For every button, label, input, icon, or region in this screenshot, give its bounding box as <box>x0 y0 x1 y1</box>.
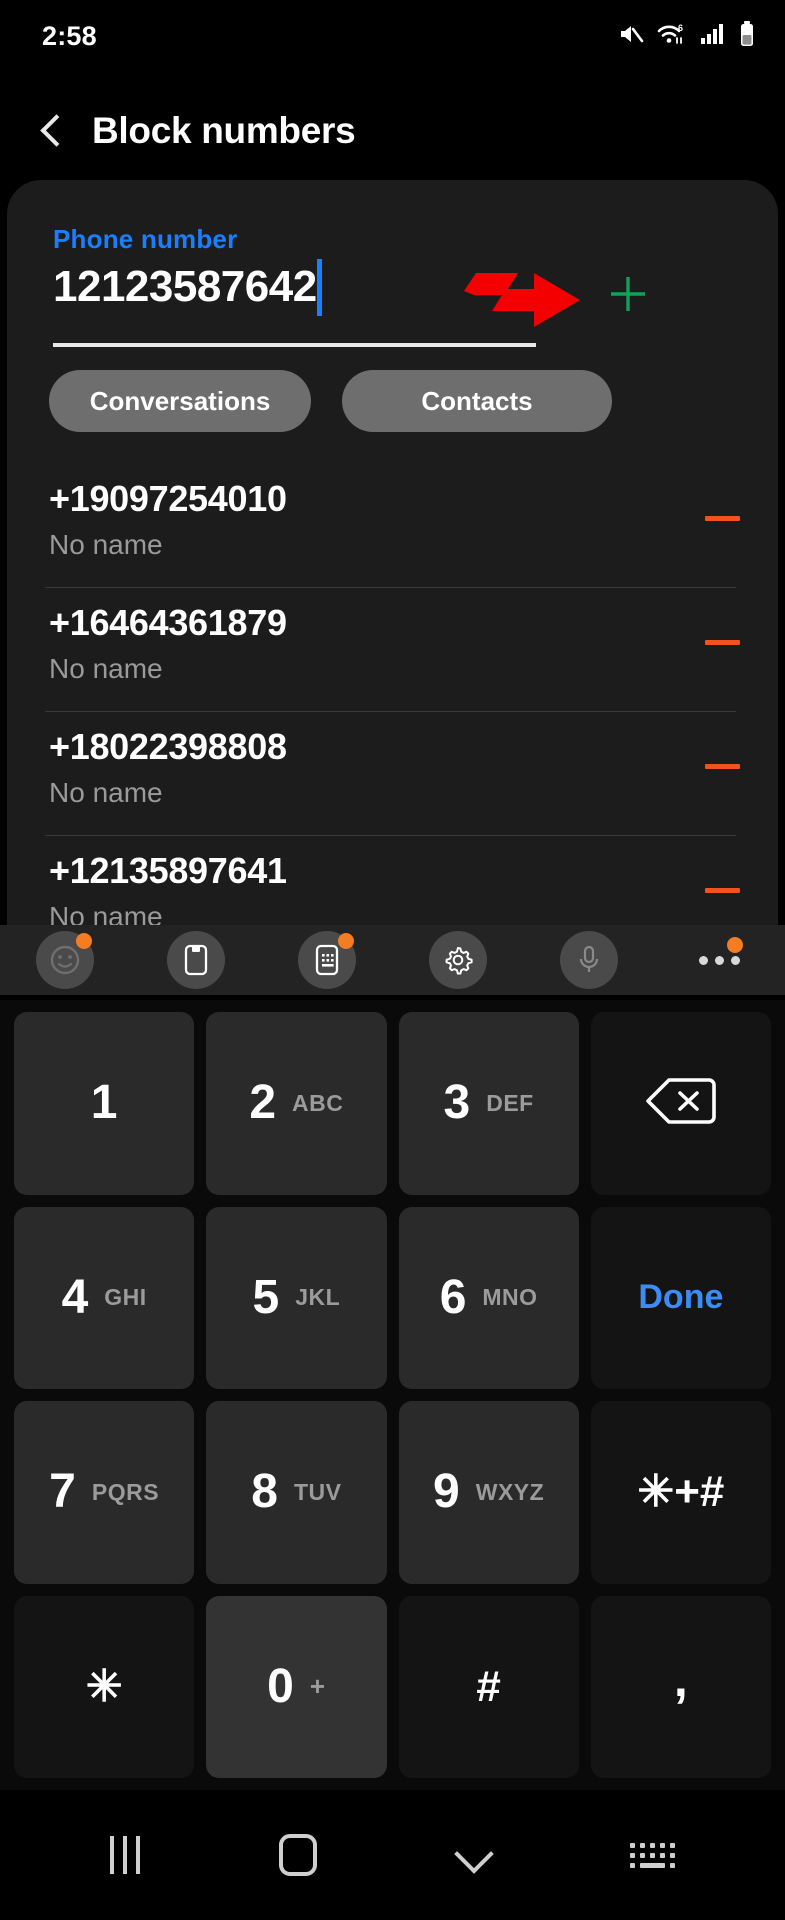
emoji-icon[interactable] <box>36 931 94 989</box>
blocked-number: +18022398808 <box>49 712 778 768</box>
numeric-keypad: 1 2 ABC 3 DEF 4 GHI 5 JKL 6 <box>0 1000 785 1790</box>
add-number-button[interactable] <box>606 272 650 316</box>
remove-block-button[interactable] <box>705 764 740 769</box>
recents-icon[interactable] <box>110 1836 140 1874</box>
blocked-name: No name <box>49 892 778 925</box>
status-time: 2:58 <box>42 21 97 52</box>
blocked-name: No name <box>49 520 778 561</box>
phone-screen: 2:58 6 <box>0 0 785 1920</box>
key-6[interactable]: 6 MNO <box>399 1207 579 1390</box>
remove-block-button[interactable] <box>705 640 740 645</box>
page-title: Block numbers <box>92 110 355 152</box>
notification-badge <box>338 933 354 949</box>
status-icons: 6 <box>618 21 755 52</box>
key-3[interactable]: 3 DEF <box>399 1012 579 1195</box>
gear-icon[interactable] <box>429 931 487 989</box>
keyboard-layout-icon[interactable] <box>298 931 356 989</box>
svg-text:6: 6 <box>678 23 683 33</box>
wifi6-icon: 6 <box>657 22 687 51</box>
key-letters: GHI <box>104 1284 146 1311</box>
signal-icon <box>700 22 726 51</box>
key-asterisk[interactable]: ✳ <box>14 1596 194 1779</box>
list-item[interactable]: +12135897641 No name <box>7 836 778 925</box>
clipboard-icon[interactable] <box>167 931 225 989</box>
more-options-icon[interactable] <box>691 931 749 989</box>
key-digit: 3 <box>444 1079 471 1127</box>
key-letters: TUV <box>294 1479 342 1506</box>
hide-keyboard-icon[interactable] <box>457 1838 491 1872</box>
key-symbol: # <box>476 1665 500 1709</box>
keyboard-toolbar <box>0 925 785 995</box>
key-digit: 2 <box>249 1079 276 1127</box>
key-letters: + <box>310 1671 326 1702</box>
input-underline <box>53 343 536 347</box>
mute-icon <box>618 22 644 51</box>
key-letters: JKL <box>295 1284 340 1311</box>
key-letters: ABC <box>292 1090 343 1117</box>
key-digit: 5 <box>253 1274 280 1322</box>
key-2[interactable]: 2 ABC <box>206 1012 386 1195</box>
key-8[interactable]: 8 TUV <box>206 1401 386 1584</box>
system-nav-bar <box>0 1790 785 1920</box>
phone-number-input[interactable]: 12123587642 <box>53 255 317 317</box>
red-arrow-annotation <box>462 269 582 336</box>
key-digit: 8 <box>251 1468 278 1516</box>
content-card: Phone number 12123587642 <box>7 180 778 925</box>
backspace-key[interactable] <box>591 1012 771 1195</box>
key-digit: 9 <box>433 1468 460 1516</box>
home-icon[interactable] <box>279 1834 317 1876</box>
phone-number-field-wrapper: Phone number 12123587642 <box>53 224 738 317</box>
text-caret <box>317 259 322 316</box>
key-0[interactable]: 0 + <box>206 1596 386 1779</box>
backspace-icon <box>645 1076 717 1131</box>
blocked-name: No name <box>49 644 778 685</box>
source-chips: Conversations Contacts <box>49 370 778 432</box>
key-4[interactable]: 4 GHI <box>14 1207 194 1390</box>
blocked-number: +12135897641 <box>49 836 778 892</box>
phone-number-label: Phone number <box>53 224 738 255</box>
list-item[interactable]: +18022398808 No name <box>7 712 778 809</box>
key-symbol: ✳ <box>86 1665 123 1709</box>
key-5[interactable]: 5 JKL <box>206 1207 386 1390</box>
key-comma[interactable]: , <box>591 1596 771 1779</box>
key-letters: DEF <box>486 1090 534 1117</box>
key-hash[interactable]: # <box>399 1596 579 1779</box>
key-digit: 4 <box>62 1274 89 1322</box>
microphone-icon[interactable] <box>560 931 618 989</box>
status-bar: 2:58 6 <box>0 0 785 72</box>
list-item[interactable]: +16464361879 No name <box>7 588 778 685</box>
notification-badge <box>76 933 92 949</box>
back-chevron-icon[interactable] <box>36 116 66 146</box>
keyboard-switcher-icon[interactable] <box>630 1843 675 1868</box>
done-label: Done <box>638 1278 723 1317</box>
key-1[interactable]: 1 <box>14 1012 194 1195</box>
key-letters: PQRS <box>92 1479 159 1506</box>
key-digit: 1 <box>91 1079 118 1127</box>
blocked-number: +16464361879 <box>49 588 778 644</box>
chip-contacts[interactable]: Contacts <box>342 370 612 432</box>
done-key[interactable]: Done <box>591 1207 771 1390</box>
key-letters: WXYZ <box>476 1479 544 1506</box>
key-7[interactable]: 7 PQRS <box>14 1401 194 1584</box>
symbols-key[interactable]: ✳+# <box>591 1401 771 1584</box>
key-symbol: , <box>674 1654 688 1704</box>
notification-badge <box>727 937 743 953</box>
key-9[interactable]: 9 WXYZ <box>399 1401 579 1584</box>
key-digit: 7 <box>49 1468 76 1516</box>
key-letters: MNO <box>482 1284 537 1311</box>
list-item[interactable]: +19097254010 No name <box>7 464 778 561</box>
remove-block-button[interactable] <box>705 516 740 521</box>
app-bar: Block numbers <box>0 86 785 176</box>
chip-conversations[interactable]: Conversations <box>49 370 311 432</box>
remove-block-button[interactable] <box>705 888 740 893</box>
phone-number-value: 12123587642 <box>53 257 317 317</box>
symbols-label: ✳+# <box>637 1470 724 1514</box>
battery-icon <box>739 21 755 52</box>
blocked-number: +19097254010 <box>49 464 778 520</box>
blocked-name: No name <box>49 768 778 809</box>
key-digit: 6 <box>440 1274 467 1322</box>
blocked-numbers-list: +19097254010 No name +16464361879 No nam… <box>7 464 778 925</box>
key-digit: 0 <box>267 1663 294 1711</box>
